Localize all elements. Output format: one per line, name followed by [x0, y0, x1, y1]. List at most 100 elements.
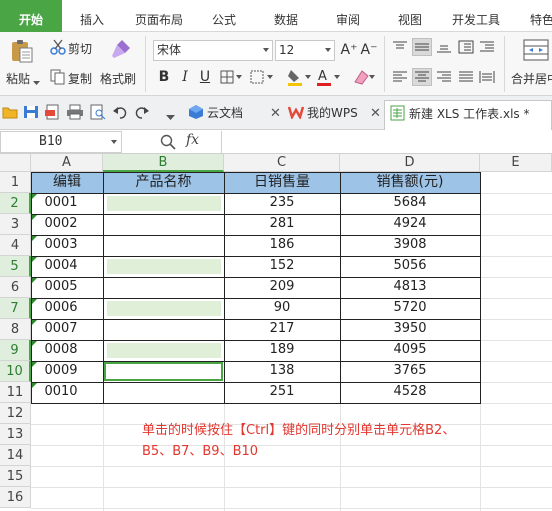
row-header-5[interactable]: 5 [0, 256, 31, 277]
shrink-font-button[interactable]: A⁻ [360, 41, 378, 59]
table-cell[interactable]: 5720 [340, 298, 480, 319]
table-cell[interactable]: 217 [224, 319, 340, 340]
row-header-15[interactable]: 15 [0, 466, 31, 487]
row-header-1[interactable]: 1 [0, 172, 31, 193]
row-header-12[interactable]: 12 [0, 403, 31, 424]
column-header-a[interactable]: A [31, 154, 103, 172]
column-header-e[interactable]: E [480, 154, 552, 172]
row-header-13[interactable]: 13 [0, 424, 31, 445]
clear-format-icon[interactable] [352, 68, 376, 89]
row-header-2[interactable]: 2 [0, 193, 31, 214]
save-icon[interactable] [23, 105, 39, 122]
tab-view[interactable]: 视图 [388, 0, 432, 32]
tab-page-layout[interactable]: 页面布局 [128, 0, 190, 32]
cut-button[interactable]: 剪切 [68, 40, 92, 57]
grow-font-button[interactable]: A⁺ [340, 41, 358, 59]
header-cell-daily-sales[interactable]: 日销售量 [224, 172, 340, 193]
row-header-7[interactable]: 7 [0, 298, 31, 319]
redo-icon[interactable] [134, 105, 150, 122]
italic-button[interactable]: I [176, 68, 194, 86]
wps-logo-icon[interactable] [287, 105, 305, 122]
merge-center-button[interactable]: 合并居中 [511, 70, 552, 87]
decrease-indent-icon[interactable] [458, 40, 474, 57]
tab-developer[interactable]: 开发工具 [446, 0, 506, 32]
row-header-10[interactable]: 10 [0, 361, 31, 382]
fill-color-icon[interactable] [287, 68, 313, 89]
selected-cell-b2[interactable] [107, 196, 221, 211]
table-cell[interactable]: 0001 [31, 193, 91, 214]
formula-input[interactable] [221, 131, 552, 153]
table-cell[interactable]: 4813 [340, 277, 480, 298]
table-cell[interactable]: 0005 [31, 277, 91, 298]
table-cell[interactable]: 138 [224, 361, 340, 382]
folder-icon[interactable] [2, 105, 18, 122]
bold-button[interactable]: B [155, 68, 173, 86]
table-cell[interactable]: 0010 [31, 382, 91, 403]
row-header-8[interactable]: 8 [0, 319, 31, 340]
align-right-icon[interactable] [436, 70, 452, 87]
row-header-16[interactable]: 16 [0, 487, 31, 508]
paste-chevron-down-icon[interactable] [33, 75, 40, 89]
table-cell[interactable]: 90 [224, 298, 340, 319]
cell-style-icon[interactable] [250, 70, 276, 87]
selected-cell-b5[interactable] [107, 259, 221, 274]
print-icon[interactable] [66, 104, 84, 123]
table-cell[interactable]: 152 [224, 256, 340, 277]
row-header-11[interactable]: 11 [0, 382, 31, 403]
tab-insert[interactable]: 插入 [70, 0, 114, 32]
table-cell[interactable]: 0008 [31, 340, 91, 361]
tab-formulas[interactable]: 公式 [202, 0, 246, 32]
align-bottom-icon[interactable] [436, 40, 452, 57]
table-cell[interactable]: 5684 [340, 193, 480, 214]
tab-special[interactable]: 特色应 [518, 0, 552, 32]
underline-button[interactable]: U [196, 68, 214, 86]
row-header-4[interactable]: 4 [0, 235, 31, 256]
distribute-icon[interactable] [479, 70, 495, 87]
table-cell[interactable]: 186 [224, 235, 340, 256]
table-cell[interactable]: 3908 [340, 235, 480, 256]
active-cell-b10[interactable] [104, 362, 223, 381]
table-cell[interactable]: 0009 [31, 361, 91, 382]
table-cell[interactable]: 235 [224, 193, 340, 214]
format-painter-icon[interactable] [108, 38, 132, 62]
selected-cell-b9[interactable] [107, 343, 221, 358]
paste-button[interactable]: 粘贴 [6, 70, 30, 87]
borders-icon[interactable] [220, 70, 244, 87]
row-header-3[interactable]: 3 [0, 214, 31, 235]
row-header-14[interactable]: 14 [0, 445, 31, 466]
merge-cells-icon[interactable] [523, 38, 549, 65]
table-cell[interactable]: 4528 [340, 382, 480, 403]
copy-icon[interactable] [50, 69, 66, 85]
print-preview-icon[interactable] [89, 104, 107, 123]
table-cell[interactable]: 251 [224, 382, 340, 403]
table-cell[interactable]: 0003 [31, 235, 91, 256]
format-painter-button[interactable]: 格式刷 [100, 70, 136, 87]
table-cell[interactable]: 0002 [31, 214, 91, 235]
table-cell[interactable]: 209 [224, 277, 340, 298]
search-icon[interactable] [160, 134, 176, 153]
cloud-docs-icon[interactable] [188, 104, 204, 123]
align-middle-icon[interactable] [412, 38, 432, 56]
table-cell[interactable]: 0006 [31, 298, 91, 319]
chevron-down-icon[interactable] [166, 110, 175, 124]
tab-my-wps[interactable]: 我的WPS [307, 100, 358, 126]
header-cell-id[interactable]: 编辑 [31, 172, 103, 193]
column-header-c[interactable]: C [224, 154, 340, 172]
tab-cloud-docs[interactable]: 云文档 [207, 100, 243, 126]
table-cell[interactable]: 189 [224, 340, 340, 361]
tab-data[interactable]: 数据 [264, 0, 308, 32]
scissors-icon[interactable] [50, 39, 66, 55]
name-box[interactable]: B10 [0, 131, 122, 153]
export-pdf-icon[interactable] [44, 104, 62, 123]
table-cell[interactable]: 3950 [340, 319, 480, 340]
close-icon[interactable]: ✕ [270, 106, 281, 121]
insert-function-button[interactable]: fx [186, 132, 199, 148]
paste-icon[interactable] [9, 38, 35, 64]
header-cell-product[interactable]: 产品名称 [103, 172, 224, 193]
selected-cell-b7[interactable] [107, 301, 221, 316]
font-name-select[interactable]: 宋体 [153, 40, 273, 61]
align-left-icon[interactable] [392, 70, 408, 87]
table-cell[interactable]: 3765 [340, 361, 480, 382]
table-cell[interactable]: 0004 [31, 256, 91, 277]
spreadsheet-grid[interactable]: A B C D E 1 2 3 4 5 6 7 8 9 10 11 12 13 … [0, 154, 552, 511]
